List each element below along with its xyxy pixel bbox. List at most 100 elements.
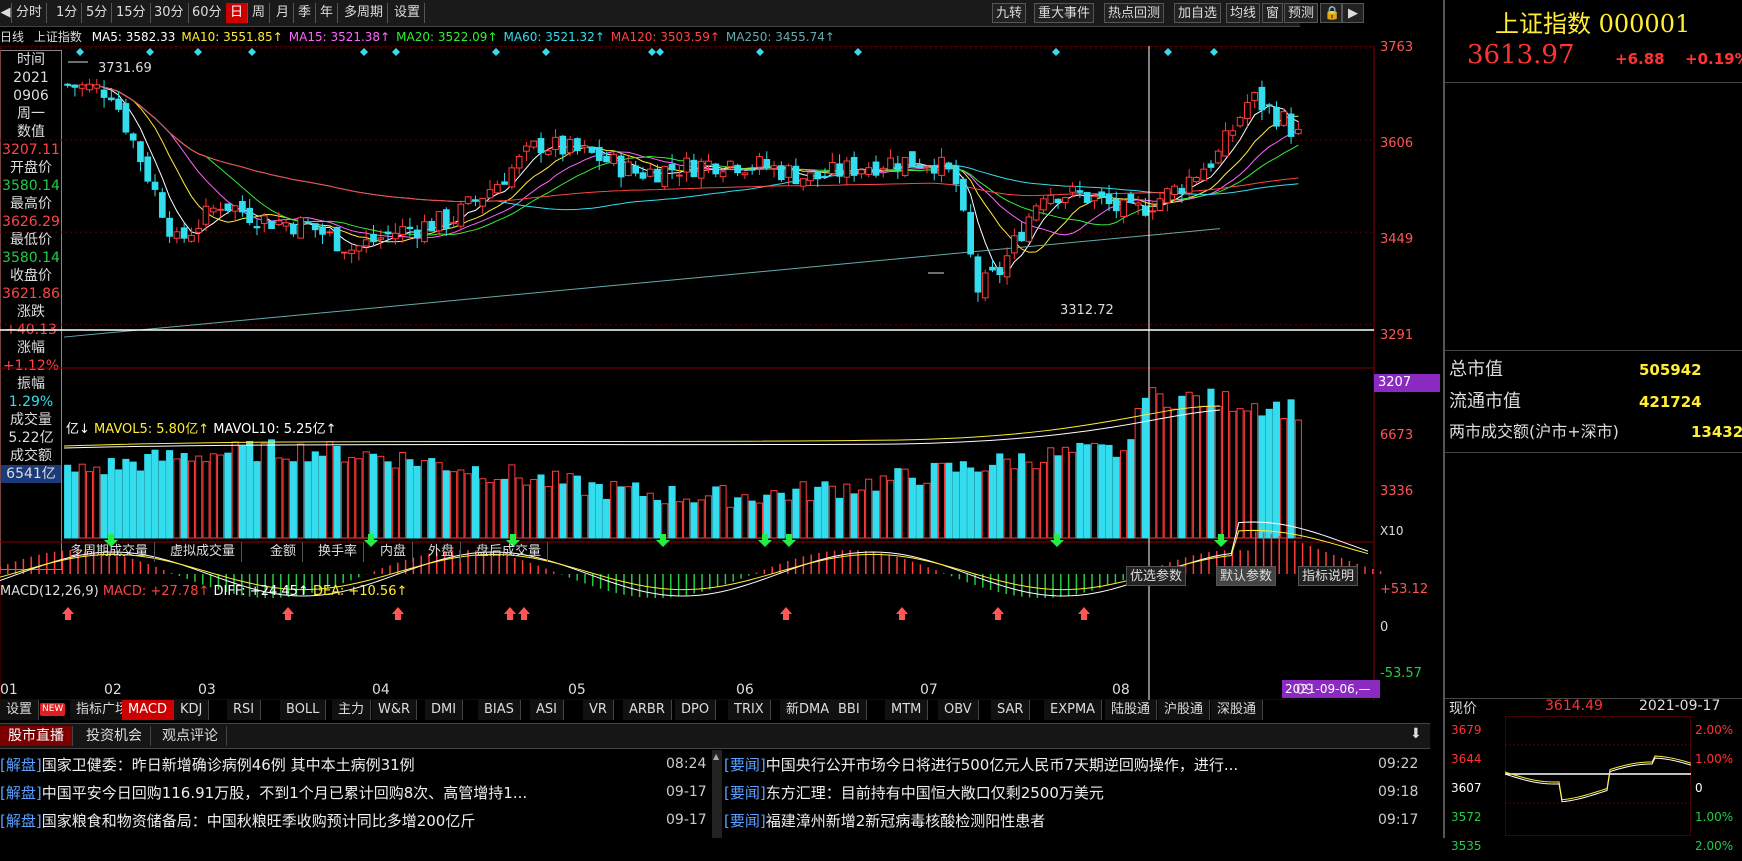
indicator-tab[interactable]: RSI xyxy=(227,700,262,720)
volume-bar xyxy=(464,473,472,539)
indicator-tab[interactable]: DMI xyxy=(425,700,464,720)
volume-bar xyxy=(741,494,749,539)
period-tab-1[interactable]: 1分 xyxy=(52,3,83,23)
collapse-panel-icon[interactable]: ▶ xyxy=(1342,3,1364,23)
candle-body xyxy=(894,163,902,171)
news-item[interactable]: [要闻]福建漳州新增2新冠病毒核酸检测阳性患者 xyxy=(724,808,1368,834)
indicator-tab[interactable]: TRIX xyxy=(728,700,771,720)
indicator-tab[interactable]: 深股通 xyxy=(1211,700,1264,720)
volume-bar xyxy=(420,460,429,539)
indicator-tab[interactable]: 新DMA xyxy=(780,700,837,720)
period-tab-0[interactable]: 分时 xyxy=(12,3,48,23)
news-item[interactable]: [解盘]中国平安今日回购116.91万股，不到1个月已累计回购8次、高管增持1.… xyxy=(0,780,656,806)
candle-body xyxy=(690,159,698,178)
candle-body xyxy=(756,156,763,168)
tool-moving-average[interactable]: 均线 xyxy=(1226,3,1261,23)
macd-default-params-button[interactable]: 默认参数 xyxy=(1216,566,1277,586)
back-arrow-icon[interactable]: ◀ xyxy=(0,3,12,23)
tool-hotspot-backtest[interactable]: 热点回测 xyxy=(1104,3,1165,23)
price-axis-label-1: 3606 xyxy=(1380,136,1414,151)
volume-bar xyxy=(413,465,421,539)
intraday-mini-chart[interactable] xyxy=(1505,716,1691,836)
news-item[interactable]: [解盘]国家卫健委：昨日新增确诊病例46例 其中本土病例31例 xyxy=(0,752,656,778)
volume-tab-3[interactable]: 换手率 xyxy=(312,542,365,562)
indicator-tab[interactable]: KDJ xyxy=(174,700,210,720)
download-icon[interactable]: ⬇ xyxy=(1410,726,1422,742)
volume-tab-1[interactable]: 虚拟成交量 xyxy=(164,542,243,562)
indicator-tab[interactable]: VR xyxy=(583,700,614,720)
macd-optimal-params-button[interactable]: 优选参数 xyxy=(1126,566,1187,586)
volume-bar xyxy=(377,455,385,539)
news-time: 08:24 xyxy=(666,756,707,772)
volume-tab-4[interactable]: 内盘 xyxy=(374,542,414,562)
volume-bar xyxy=(988,464,997,539)
indicator-tab[interactable]: MACD xyxy=(122,700,174,720)
volume-bar xyxy=(734,497,742,539)
kline-chart-area[interactable] xyxy=(0,46,1442,700)
news-scrollbar[interactable]: ▲ xyxy=(712,750,722,838)
candle-body xyxy=(435,211,443,232)
news-item[interactable]: [要闻]中国央行公开市场今日将进行500亿元人民币7天期逆回购操作，进行... xyxy=(724,752,1368,778)
indicator-tab[interactable]: SAR xyxy=(991,700,1031,720)
period-tab-2[interactable]: 5分 xyxy=(82,3,113,23)
news-item[interactable]: [解盘]国家粮食和物资储备局：中国秋粮旺季收购预计同比多增200亿斤 xyxy=(0,808,656,834)
period-tab-12[interactable]: 设置 xyxy=(390,3,426,23)
candle-body xyxy=(166,217,173,237)
volume-tab-2[interactable]: 金额 xyxy=(264,542,304,562)
period-tab-3[interactable]: 15分 xyxy=(112,3,151,23)
indicator-tab[interactable]: DPO xyxy=(675,700,717,720)
period-tab-11[interactable]: 多周期 xyxy=(340,3,389,23)
volume-tab-5[interactable]: 外盘 xyxy=(422,542,462,562)
volume-bar xyxy=(333,445,341,539)
volume-bar xyxy=(195,455,203,539)
period-tab-10[interactable]: 年 xyxy=(316,3,339,23)
macd-help-button[interactable]: 指标说明 xyxy=(1298,566,1359,586)
indicator-tab[interactable]: 陆股通 xyxy=(1105,700,1158,720)
news-tab-opinion[interactable]: 观点评论 xyxy=(154,726,227,746)
indicator-tab[interactable]: 设置 xyxy=(0,700,40,720)
tool-jiuzhuan[interactable]: 九转 xyxy=(992,3,1027,23)
volume-bar xyxy=(908,477,916,539)
lock-icon[interactable]: 🔒 xyxy=(1320,3,1342,23)
news-tab-opportunity[interactable]: 投资机会 xyxy=(78,726,151,746)
period-tab-9[interactable]: 季 xyxy=(294,3,317,23)
candle-body xyxy=(712,163,720,175)
candle-body xyxy=(552,136,559,150)
indicator-tab[interactable]: BBI xyxy=(832,700,867,720)
volume-bar xyxy=(967,467,975,539)
news-tag: [解盘] xyxy=(0,784,42,802)
candle-body xyxy=(501,181,508,185)
indicator-tab[interactable]: W&R xyxy=(372,700,418,720)
indicator-tab[interactable]: MTM xyxy=(885,700,929,720)
indicator-tab[interactable]: ASI xyxy=(530,700,564,720)
period-tab-8[interactable]: 月 xyxy=(272,3,295,23)
candle-body xyxy=(1185,176,1193,194)
indicator-tab[interactable]: BOLL xyxy=(280,700,327,720)
tool-forecast[interactable]: 预测 xyxy=(1284,3,1319,23)
news-item[interactable]: [要闻]东方汇理：目前持有中国恒大敞口仅剩2500万美元 xyxy=(724,780,1368,806)
period-tab-day[interactable]: 日 xyxy=(226,3,249,23)
indicator-tab[interactable]: ARBR xyxy=(623,700,672,720)
volume-tab-6[interactable]: 盘后成交量 xyxy=(470,542,549,562)
news-tab-live[interactable]: 股市直播 xyxy=(0,726,73,746)
tool-add-watchlist[interactable]: 加自选 xyxy=(1174,3,1222,23)
candle-body xyxy=(989,266,996,271)
candle-body xyxy=(1011,235,1018,254)
volume-bar xyxy=(1105,444,1113,539)
indicator-tab[interactable]: 沪股通 xyxy=(1158,700,1211,720)
buy-signal-arrow xyxy=(392,607,404,620)
indicator-tab[interactable]: 主力 xyxy=(332,700,372,720)
period-tab-4[interactable]: 30分 xyxy=(150,3,189,23)
volume-bar xyxy=(508,464,516,539)
indicator-tab[interactable]: BIAS xyxy=(478,700,521,720)
period-tab-5[interactable]: 60分 xyxy=(188,3,227,23)
volume-bar xyxy=(1025,461,1033,539)
period-tab-7[interactable]: 周 xyxy=(248,3,271,23)
volume-tab-0[interactable]: 多周期成交量 xyxy=(64,542,156,562)
tool-major-events[interactable]: 重大事件 xyxy=(1034,3,1095,23)
scroll-up-icon[interactable]: ▲ xyxy=(713,752,719,761)
indicator-tab[interactable]: EXPMA xyxy=(1044,700,1103,720)
tool-window[interactable]: 窗 xyxy=(1262,3,1284,23)
volume-bar xyxy=(399,452,407,539)
indicator-tab[interactable]: OBV xyxy=(938,700,979,720)
